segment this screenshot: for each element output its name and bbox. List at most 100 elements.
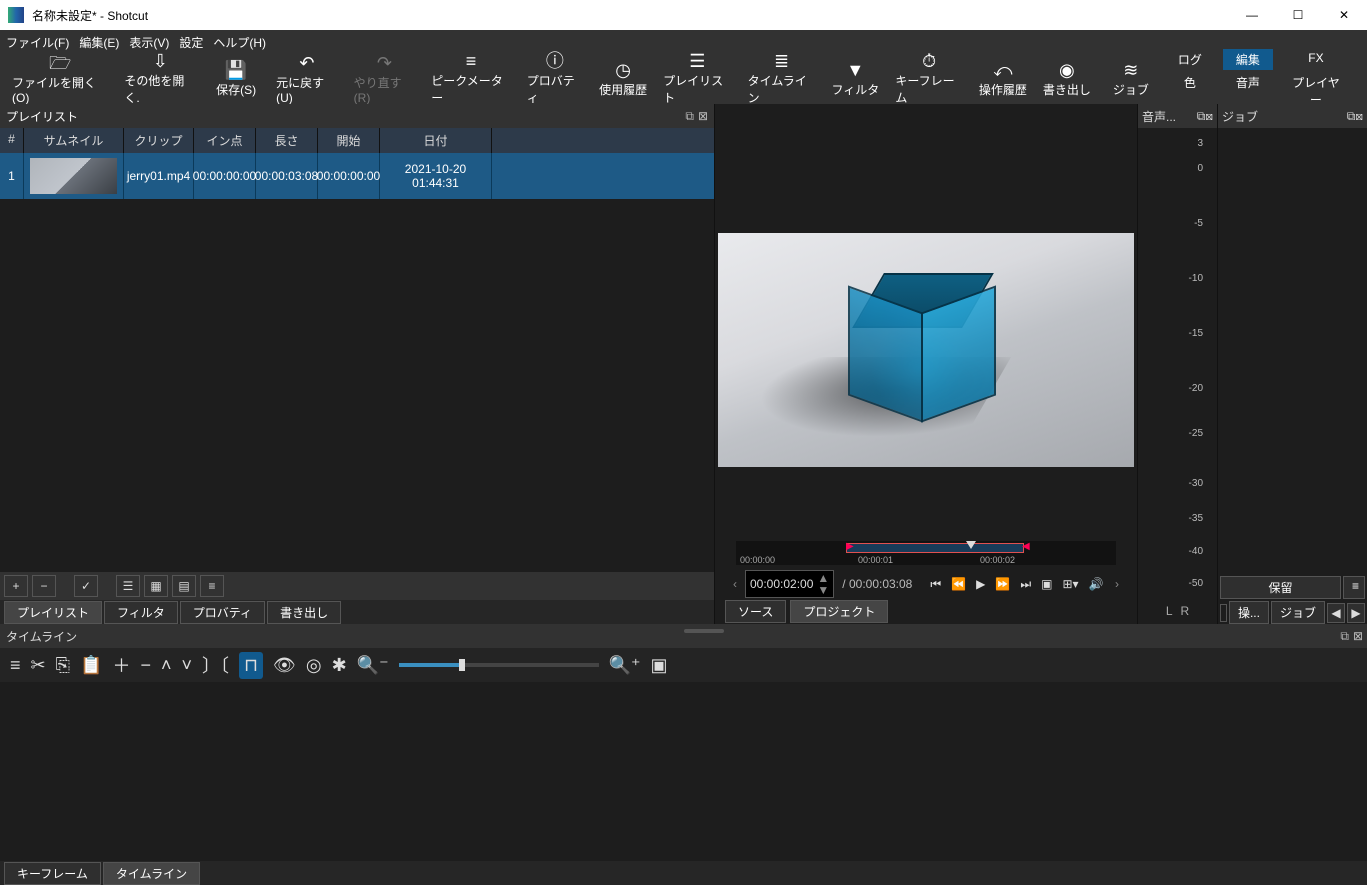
col-thumbnail[interactable]: サムネイル <box>24 128 124 153</box>
tab-fx[interactable]: FX <box>1281 49 1351 70</box>
split-icon[interactable]: 〕〔 <box>202 652 229 678</box>
col-start[interactable]: 開始 <box>318 128 380 153</box>
playlist-add-button[interactable]: + <box>4 575 28 597</box>
append-icon[interactable]: ＋ <box>112 652 130 678</box>
view-icons-button[interactable]: ▤ <box>172 575 196 597</box>
prev-arrow-icon[interactable]: ‹ <box>733 577 737 591</box>
jobs-menu-button[interactable]: ≡ <box>1343 576 1365 599</box>
col-index[interactable]: # <box>0 128 24 153</box>
cell-index: 1 <box>0 153 24 199</box>
close-button[interactable]: ✕ <box>1321 0 1367 30</box>
out-marker-icon[interactable]: ◀ <box>1022 541 1030 552</box>
job-prev-button[interactable]: ◀ <box>1327 603 1345 623</box>
playhead-icon[interactable] <box>966 541 976 549</box>
timeline-button[interactable]: ≣タイムライン <box>742 50 822 108</box>
ripple-icon[interactable]: ◎ <box>306 655 322 676</box>
next-arrow-icon[interactable]: › <box>1115 577 1119 591</box>
open-file-button[interactable]: 🗁ファイルを開く(O) <box>6 52 114 107</box>
maximize-button[interactable]: ☐ <box>1275 0 1321 30</box>
jobs-slider[interactable] <box>1220 604 1227 622</box>
playlist-row[interactable]: 1 jerry01.mp4 00:00:00:00 00:00:03:08 00… <box>0 153 714 199</box>
close-timeline-icon[interactable]: ⊠ <box>1353 629 1363 644</box>
snap-icon[interactable]: ⊓ <box>239 652 263 679</box>
recent-button[interactable]: ◷使用履歴 <box>593 59 653 100</box>
minimize-button[interactable]: — <box>1229 0 1275 30</box>
zoom-fit-timeline-icon[interactable]: ▣ <box>651 655 668 676</box>
hold-button[interactable]: 保留 <box>1220 576 1341 599</box>
video-preview[interactable] <box>715 104 1137 536</box>
col-in[interactable]: イン点 <box>194 128 256 153</box>
playlist-button[interactable]: ☰プレイリスト <box>657 50 738 108</box>
tab-log[interactable]: ログ <box>1165 49 1215 70</box>
menu-settings[interactable]: 設定 <box>179 34 203 51</box>
close-meter-icon[interactable]: ⊠ <box>1205 109 1213 123</box>
overwrite-icon[interactable]: ˅ <box>181 655 192 676</box>
timecode-input[interactable]: 00:00:02:00▲▼ <box>745 570 834 598</box>
menu-edit[interactable]: 編集(E) <box>79 34 119 51</box>
open-other-button[interactable]: ⇩その他を開く. <box>118 50 202 108</box>
redo-button[interactable]: ↷やり直す(R) <box>348 52 422 107</box>
paste-icon[interactable]: 📋 <box>80 655 102 676</box>
view-list-button[interactable]: ≡ <box>200 575 224 597</box>
skip-start-icon[interactable]: ⏮ <box>930 577 941 592</box>
tl-menu-icon[interactable]: ≡ <box>10 655 21 676</box>
peakmeter-button[interactable]: ≡ピークメーター <box>425 50 516 108</box>
ripple-all-icon[interactable]: ✱ <box>332 655 347 676</box>
col-date[interactable]: 日付 <box>380 128 492 153</box>
export-button[interactable]: ◉書き出し <box>1037 59 1097 100</box>
properties-button[interactable]: ⓘプロバティ <box>521 50 589 108</box>
save-button[interactable]: 💾保存(S) <box>206 59 266 100</box>
job-button[interactable]: ジョブ <box>1271 601 1325 624</box>
forward-icon[interactable]: ⏩ <box>995 577 1010 592</box>
jobs-button[interactable]: ≋ジョブ <box>1101 59 1161 100</box>
drag-handle[interactable] <box>684 629 724 633</box>
volume-icon[interactable]: 🔊 <box>1089 577 1104 592</box>
menu-help[interactable]: ヘルプ(H) <box>213 34 266 51</box>
zoom-slider[interactable] <box>399 663 599 667</box>
tab-project[interactable]: プロジェクト <box>790 600 888 623</box>
tab-edit[interactable]: 編集 <box>1223 49 1273 70</box>
playlist-remove-button[interactable]: − <box>32 575 56 597</box>
in-marker-icon[interactable]: ▶ <box>846 541 854 552</box>
skip-end-icon[interactable]: ⏭ <box>1020 577 1031 592</box>
filters-button[interactable]: ▼フィルタ <box>825 59 885 100</box>
play-icon[interactable]: ▶ <box>976 577 985 592</box>
zoom-out-icon[interactable]: 🔍⁻ <box>357 655 389 676</box>
scrub-preview-icon[interactable]: 👁 <box>273 655 296 676</box>
tab-export[interactable]: 書き出し <box>267 601 341 624</box>
zoom-in-icon[interactable]: 🔍⁺ <box>609 655 641 676</box>
undock-icon[interactable]: ⧉ <box>685 109 694 124</box>
scrub-bar[interactable]: ▶ ◀ 00:00:00 00:00:01 00:00:02 <box>736 541 1116 565</box>
rewind-icon[interactable]: ⏪ <box>951 577 966 592</box>
meter-label: -30 <box>1189 478 1203 489</box>
col-clip[interactable]: クリップ <box>124 128 194 153</box>
ops-button[interactable]: 操... <box>1229 601 1269 624</box>
menu-view[interactable]: 表示(V) <box>129 34 169 51</box>
view-details-button[interactable]: ☰ <box>116 575 140 597</box>
remove-icon[interactable]: − <box>140 655 151 676</box>
playlist-check-button[interactable]: ✓ <box>74 575 98 597</box>
undo-button[interactable]: ↶元に戻す(U) <box>270 52 344 107</box>
lift-icon[interactable]: ˄ <box>161 655 172 676</box>
undock-timeline-icon[interactable]: ⧉ <box>1340 629 1349 644</box>
tab-timeline[interactable]: タイムライン <box>103 862 200 885</box>
timeline-tracks-area[interactable] <box>0 682 1367 861</box>
grid-icon[interactable]: ⊞▾ <box>1062 577 1078 592</box>
close-panel-icon[interactable]: ⊠ <box>698 109 708 124</box>
scrub-selection[interactable] <box>846 543 1024 553</box>
tab-filters[interactable]: フィルタ <box>104 601 178 624</box>
view-tiles-button[interactable]: ▦ <box>144 575 168 597</box>
job-next-button[interactable]: ▶ <box>1347 603 1365 623</box>
close-jobs-icon[interactable]: ⊠ <box>1355 109 1363 123</box>
history-button[interactable]: ⤺操作履歴 <box>973 59 1033 100</box>
keyframes-button[interactable]: ⏱キーフレーム <box>889 50 968 108</box>
tab-keyframes[interactable]: キーフレーム <box>4 862 101 885</box>
zoom-fit-icon[interactable]: ▣ <box>1041 577 1052 592</box>
tab-playlist[interactable]: プレイリスト <box>4 601 102 624</box>
tab-properties[interactable]: プロバティ <box>180 601 265 624</box>
cut-icon[interactable]: ✂ <box>31 655 46 676</box>
copy-icon[interactable]: ⎘ <box>56 655 70 676</box>
tab-source[interactable]: ソース <box>725 600 786 623</box>
col-length[interactable]: 長さ <box>256 128 318 153</box>
menu-file[interactable]: ファイル(F) <box>6 34 69 51</box>
